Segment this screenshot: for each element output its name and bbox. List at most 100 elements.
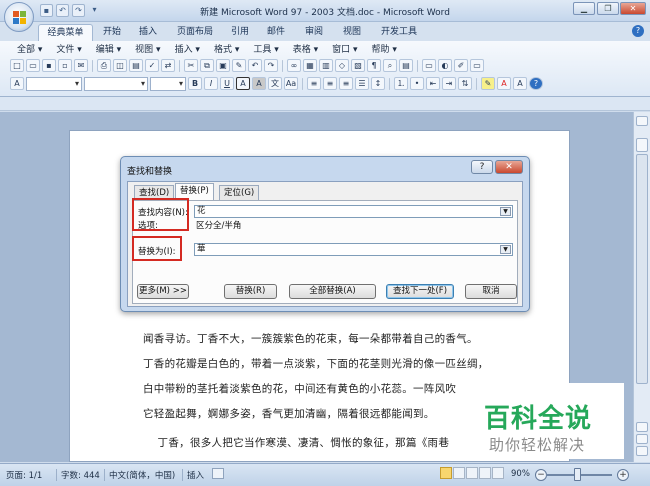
draft-view-icon[interactable] [492, 467, 504, 479]
macro-record-icon[interactable] [212, 468, 224, 479]
drawing-icon[interactable]: ◇ [335, 59, 349, 72]
help-icon[interactable]: ? [632, 25, 644, 37]
tab-mailings[interactable]: 邮件 [262, 24, 290, 41]
full-screen-reading-icon[interactable] [453, 467, 465, 479]
numbering-icon[interactable]: ⒈ [394, 77, 408, 90]
find-next-button[interactable]: 查找下一处(F) [386, 284, 454, 299]
document-map-icon[interactable]: ▧ [351, 59, 365, 72]
cut-icon[interactable]: ✂ [184, 59, 198, 72]
font-size-combo[interactable] [150, 76, 186, 91]
char-border-button[interactable]: A [236, 77, 250, 90]
style-pane-icon[interactable]: A [10, 77, 24, 90]
reading-icon[interactable]: ▤ [399, 59, 413, 72]
menu-all[interactable]: 全部 ▾ [10, 44, 49, 56]
italic-button[interactable]: I [204, 77, 218, 90]
sort-icon[interactable]: ⇅ [458, 77, 472, 90]
align-left-icon[interactable]: ≡ [307, 77, 321, 90]
menu-help[interactable]: 帮助 ▾ [365, 44, 404, 56]
next-page-icon[interactable] [636, 446, 648, 456]
close-window-button[interactable]: ✕ [620, 2, 646, 15]
increase-indent-icon[interactable]: ⇥ [442, 77, 456, 90]
font-combo[interactable] [84, 76, 148, 91]
web-layout-icon[interactable] [466, 467, 478, 479]
text-effects-icon[interactable]: A [513, 77, 527, 90]
replace-all-button[interactable]: 全部替换(A) [289, 284, 376, 299]
insert-mode[interactable]: 插入 [182, 469, 204, 481]
bullets-icon[interactable]: • [410, 77, 424, 90]
prev-page-icon[interactable] [636, 422, 648, 432]
redo-toolbar-icon[interactable]: ↷ [264, 59, 278, 72]
word-count[interactable]: 字数: 444 [56, 469, 100, 481]
zoom-slider-thumb[interactable] [574, 468, 581, 481]
show-marks-icon[interactable]: ¶ [367, 59, 381, 72]
copy-icon[interactable]: ⧉ [200, 59, 214, 72]
theme-icon[interactable]: ◐ [438, 59, 452, 72]
horizontal-ruler[interactable] [0, 97, 650, 111]
toolbar-help-icon[interactable]: ? [529, 77, 543, 90]
undo-toolbar-icon[interactable]: ↶ [248, 59, 262, 72]
print-layout-view-icon[interactable] [440, 467, 452, 479]
maximize-button[interactable]: ❐ [597, 2, 619, 15]
scroll-up-arrow-icon[interactable] [636, 138, 648, 152]
table-icon[interactable]: ▦ [303, 59, 317, 72]
menu-tools[interactable]: 工具 ▾ [246, 44, 285, 56]
page-count[interactable]: 页面: 1/1 [6, 469, 42, 481]
tab-classic-menu[interactable]: 经典菜单 [38, 24, 93, 41]
tab-view[interactable]: 视图 [338, 24, 366, 41]
menu-window[interactable]: 窗口 ▾ [325, 44, 364, 56]
email-icon[interactable]: ✉ [74, 59, 88, 72]
dialog-help-button[interactable]: ? [471, 160, 493, 174]
tab-page-layout[interactable]: 页面布局 [172, 24, 218, 41]
underline-button[interactable]: U [220, 77, 234, 90]
vertical-scrollbar[interactable] [633, 112, 650, 462]
highlight-pen-icon[interactable]: ✐ [454, 59, 468, 72]
change-case-icon[interactable]: Aa [284, 77, 298, 90]
justify-icon[interactable]: ☰ [355, 77, 369, 90]
scroll-thumb[interactable] [636, 154, 648, 384]
more-button[interactable]: 更多(M) >> [137, 284, 189, 299]
tab-goto[interactable]: 定位(G) [219, 185, 260, 200]
menu-edit[interactable]: 编辑 ▾ [89, 44, 128, 56]
align-right-icon[interactable]: ≡ [339, 77, 353, 90]
phonetic-guide-icon[interactable]: 文 [268, 77, 282, 90]
hyperlink-icon[interactable]: ∞ [287, 59, 301, 72]
font-color-icon[interactable]: A [497, 77, 511, 90]
translate-icon[interactable]: ⇄ [161, 59, 175, 72]
zoom-tool-icon[interactable]: ⌕ [383, 59, 397, 72]
menu-table[interactable]: 表格 ▾ [286, 44, 325, 56]
menu-format[interactable]: 格式 ▾ [207, 44, 246, 56]
zoom-level[interactable]: 90% [511, 469, 530, 479]
replace-input[interactable]: 華 ▼ [194, 243, 513, 256]
align-center-icon[interactable]: ≡ [323, 77, 337, 90]
text-highlight-icon[interactable]: ✎ [481, 77, 495, 90]
dialog-close-button[interactable]: ✕ [495, 160, 523, 174]
find-dropdown-icon[interactable]: ▼ [500, 207, 511, 216]
menu-file[interactable]: 文件 ▾ [49, 44, 88, 56]
styles-icon[interactable]: ▭ [422, 59, 436, 72]
more-tools-icon[interactable]: ▭ [470, 59, 484, 72]
menu-insert[interactable]: 插入 ▾ [168, 44, 207, 56]
format-painter-icon[interactable]: ✎ [232, 59, 246, 72]
decrease-indent-icon[interactable]: ⇤ [426, 77, 440, 90]
tab-references[interactable]: 引用 [226, 24, 254, 41]
tab-developer[interactable]: 开发工具 [376, 24, 422, 41]
outline-view-icon[interactable] [479, 467, 491, 479]
tab-insert[interactable]: 插入 [134, 24, 162, 41]
ruler-toggle-icon[interactable] [636, 116, 648, 126]
save-file-icon[interactable]: ▪ [42, 59, 56, 72]
tab-review[interactable]: 审阅 [300, 24, 328, 41]
spelling-icon[interactable]: ✓ [145, 59, 159, 72]
tab-home[interactable]: 开始 [98, 24, 126, 41]
line-spacing-icon[interactable]: ↕ [371, 77, 385, 90]
paste-icon[interactable]: ▣ [216, 59, 230, 72]
browse-object-icon[interactable] [636, 434, 648, 444]
menu-view[interactable]: 视图 ▾ [128, 44, 167, 56]
style-combo[interactable] [26, 76, 82, 91]
char-shading-button[interactable]: A [252, 77, 266, 90]
find-input[interactable]: 花 ▼ [194, 205, 513, 218]
replace-dropdown-icon[interactable]: ▼ [500, 245, 511, 254]
cancel-button[interactable]: 取消 [465, 284, 517, 299]
replace-button[interactable]: 替换(R) [224, 284, 277, 299]
zoom-in-icon[interactable]: + [617, 469, 629, 481]
columns-icon[interactable]: ▥ [319, 59, 333, 72]
